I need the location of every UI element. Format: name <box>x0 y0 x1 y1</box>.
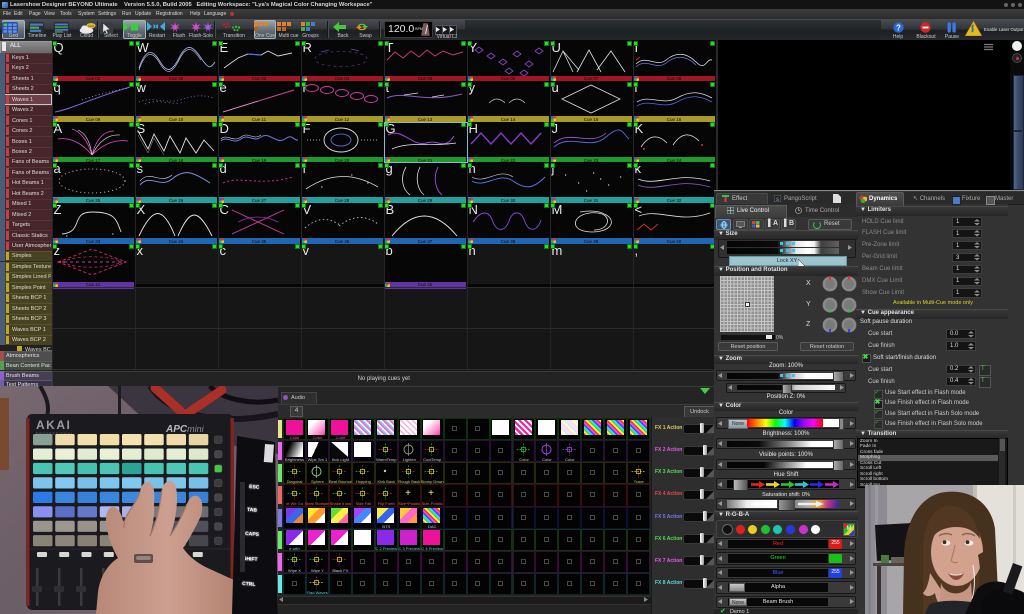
svg-text:ESC: ESC <box>249 484 260 491</box>
svg-text:CTRL: CTRL <box>242 581 256 588</box>
svg-text:+: + <box>405 488 411 499</box>
svg-text:s: s <box>776 197 779 202</box>
svg-text:CAPS: CAPS <box>245 531 260 538</box>
svg-text:APCmini: APCmini <box>165 424 205 435</box>
svg-text:beta: beta <box>88 23 95 27</box>
svg-text:SHIFT: SHIFT <box>243 556 258 563</box>
svg-text:+: + <box>428 488 434 499</box>
svg-text:?: ? <box>896 23 901 32</box>
svg-text:AKAI: AKAI <box>36 418 71 432</box>
svg-text:TAB: TAB <box>247 507 258 514</box>
